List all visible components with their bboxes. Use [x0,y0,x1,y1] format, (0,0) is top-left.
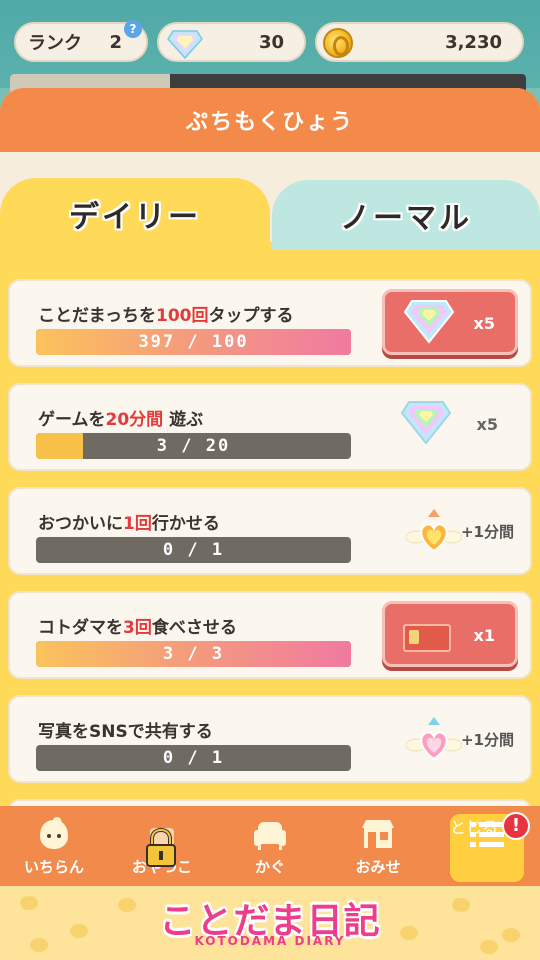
nav-list[interactable]: いちらん [6,806,102,886]
progress-bar: 3 / 3 [36,641,351,667]
reward-amount: x5 [476,415,498,434]
reward-preview: +1分間 [382,497,518,567]
claim-reward-button[interactable]: x1 [382,601,518,667]
app-logo-subtitle: KOTODAMA DIARY [194,934,346,948]
mission-card: おつかいに1回行かせる 0 / 1 +1分間 [8,487,532,575]
nav-label: おみせ [355,858,401,876]
progress-bar: 397 / 100 [36,329,351,355]
nav-label: かぐ [254,858,285,876]
lock-icon [146,828,176,867]
progress-text: 0 / 1 [162,748,225,768]
nav-label: いちらん [23,858,84,876]
status-bar: ランク 2 ? 30 3,230 [0,0,540,96]
rank-label: ランク [28,33,82,54]
progress-text: 3 / 20 [156,436,231,456]
heart-wings-icon [406,717,462,761]
progress-text: 397 / 100 [138,332,249,352]
nav-furniture[interactable]: かぐ [222,806,318,886]
progress-bar: 0 / 1 [36,745,351,771]
face-icon [40,817,68,849]
mission-title: ことだまっちを100回タップする [38,306,294,326]
mission-title: コトダマを3回食べさせる [38,618,237,638]
alert-badge: ! [502,812,530,840]
reward-amount: +1分間 [460,523,514,541]
footer: ことだま日記 KOTODAMA DIARY [0,886,540,960]
panel-title: ぷちもくひょう [0,88,540,152]
ticket-icon [403,624,451,652]
reward-amount: x5 [473,314,495,333]
gem-pill[interactable]: 30 [157,22,306,62]
progress-text: 3 / 3 [162,644,225,664]
gem-icon [167,30,203,59]
mission-card: コトダマを3回食べさせる 3 / 3 x1 [8,591,532,679]
tab-normal[interactable]: ノーマル [272,180,540,250]
shop-icon [362,820,394,848]
nav-shop[interactable]: おみせ [330,806,426,886]
reward-preview: x5 [382,393,518,463]
mission-title: おつかいに1回行かせる [38,514,220,534]
progress-text: 0 / 1 [162,540,225,560]
mission-card: 写真をSNSで共有する 0 / 1 +1分間 [8,695,532,783]
rank-value: 2 [109,31,122,53]
coin-count: 3,230 [445,31,502,53]
help-icon[interactable]: ? [124,20,142,38]
gem-icon [403,300,455,344]
bottom-nav: いちらん おやつこ かぐ おみせ とじる [0,806,540,886]
tab-daily-label: デイリー [69,200,201,235]
rank-pill[interactable]: ランク 2 ? [14,20,148,62]
reward-amount: +1分間 [460,731,514,749]
claim-reward-button[interactable]: x5 [382,289,518,355]
mission-title: 写真をSNSで共有する [38,722,213,742]
coin-icon [323,28,353,58]
progress-bar: 3 / 20 [36,433,351,459]
tab-normal-label: ノーマル [340,201,472,236]
tab-daily[interactable]: デイリー [0,178,270,250]
mission-title: ゲームを20分間 遊ぶ [38,410,204,430]
list-icon [470,822,504,847]
gem-icon [400,401,452,445]
heart-wings-icon [406,509,462,553]
goals-panel: ぷちもくひょう デイリー ノーマル ことだまっちを100回タップする 397 /… [0,88,540,888]
reward-preview: +1分間 [382,705,518,775]
reward-amount: x1 [473,626,495,645]
mission-card: ゲームを20分間 遊ぶ 3 / 20 x5 [8,383,532,471]
coin-pill[interactable]: 3,230 [315,22,524,62]
progress-bar: 0 / 1 [36,537,351,563]
mission-card: ことだまっちを100回タップする 397 / 100 x5 [8,279,532,367]
gem-count: 30 [258,31,284,53]
sofa-icon [254,822,286,850]
